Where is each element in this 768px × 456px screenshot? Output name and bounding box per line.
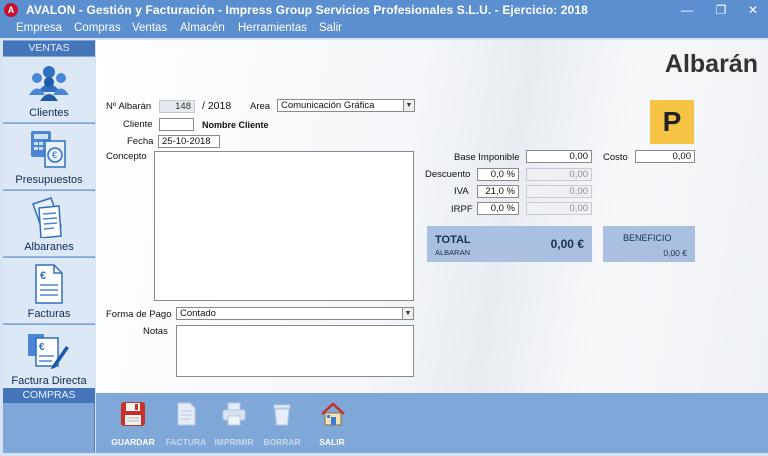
descuento-amount-field: 0,00	[526, 168, 592, 181]
close-button[interactable]: ✕	[742, 2, 764, 18]
total-panel: TOTAL ALBARAN 0,00 €	[427, 226, 592, 262]
sidebar-item-facturas[interactable]: € Facturas	[3, 258, 95, 324]
cliente-label: Cliente	[123, 119, 153, 130]
menu-empresa[interactable]: Empresa	[16, 22, 62, 34]
irpf-label: IRPF	[451, 204, 473, 215]
iva-amount-field: 0,00	[526, 185, 592, 198]
svg-text:€: €	[40, 270, 46, 282]
total-sublabel: ALBARAN	[435, 248, 471, 257]
salir-label: SALIR	[319, 437, 345, 447]
notas-textarea[interactable]	[176, 325, 414, 377]
sidebar-header-compras[interactable]: COMPRAS	[3, 388, 95, 403]
albaran-form: Albarán P Nº Albarán 148 / 2018 Area Com…	[96, 40, 768, 393]
sidebar-header-ventas[interactable]: VENTAS	[3, 41, 95, 56]
notas-label: Notas	[143, 326, 168, 337]
total-value: 0,00 €	[550, 237, 584, 251]
sidebar-item-label: Factura Directa	[11, 375, 87, 387]
base-field[interactable]: 0,00	[526, 150, 592, 163]
home-exit-icon	[321, 402, 345, 426]
imprimir-label: IMPRIMIR	[214, 437, 254, 447]
minimize-button[interactable]: —	[676, 2, 698, 18]
forma-pago-value: Contado	[180, 308, 216, 319]
descuento-pct-field[interactable]: 0,0 %	[477, 168, 519, 181]
irpf-pct-field[interactable]: 0,0 %	[477, 202, 519, 215]
save-icon	[121, 402, 145, 426]
beneficio-label: BENEFICIO	[623, 233, 672, 243]
beneficio-value: 0,00 €	[663, 248, 687, 258]
base-label: Base Imponible	[454, 152, 520, 163]
menu-almacen[interactable]: Almacén	[180, 22, 225, 34]
menu-ventas[interactable]: Ventas	[132, 22, 167, 34]
area-select[interactable]: Comunicación Gráfica ▼	[277, 99, 415, 112]
menu-compras[interactable]: Compras	[74, 22, 121, 34]
menu-bar: Empresa Compras Ventas Almacén Herramien…	[0, 20, 768, 38]
chevron-down-icon[interactable]: ▼	[402, 308, 413, 319]
sidebar-item-label: Albaranes	[24, 241, 74, 253]
sidebar-item-label: Clientes	[29, 107, 69, 119]
borrar-label: BORRAR	[263, 437, 301, 447]
svg-text:€: €	[39, 342, 45, 353]
forma-pago-select[interactable]: Contado ▼	[176, 307, 414, 320]
invoice-icon: €	[35, 264, 63, 304]
fecha-field[interactable]: 25-10-2018	[158, 135, 220, 148]
restore-button[interactable]: ❐	[710, 2, 732, 18]
numero-label: Nº Albarán	[106, 101, 152, 112]
invoice-icon	[177, 402, 196, 426]
salir-button[interactable]: SALIR	[310, 399, 354, 449]
cliente-code-field[interactable]	[159, 118, 194, 131]
trash-icon	[273, 404, 291, 426]
total-label: TOTAL	[435, 234, 471, 246]
iva-label: IVA	[454, 186, 469, 197]
sidebar-item-clientes[interactable]: Clientes	[3, 57, 95, 123]
print-icon	[222, 402, 246, 426]
sidebar-item-albaranes[interactable]: Albaranes	[3, 191, 95, 257]
factura-button[interactable]: FACTURA	[164, 399, 208, 449]
page-title: Albarán	[664, 50, 758, 78]
status-badge: P	[650, 100, 694, 144]
action-toolbar: GUARDAR FACTURA IMPRIMIR BORRAR SALIR	[96, 393, 768, 453]
sidebar-item-label: Facturas	[27, 308, 71, 320]
sidebar: VENTAS Clientes € Presupuestos Albaranes…	[3, 40, 95, 453]
title-bar: A AVALON - Gestión y Facturación - Impre…	[0, 0, 768, 20]
borrar-button[interactable]: BORRAR	[260, 399, 304, 449]
imprimir-button[interactable]: IMPRIMIR	[212, 399, 256, 449]
irpf-amount-field: 0,00	[526, 202, 592, 215]
descuento-label: Descuento	[425, 169, 471, 180]
chevron-down-icon[interactable]: ▼	[403, 100, 414, 111]
costo-field[interactable]: 0,00	[635, 150, 695, 163]
anio-label: / 2018	[202, 100, 232, 112]
factura-label: FACTURA	[165, 437, 207, 447]
area-label: Area	[250, 101, 271, 112]
costo-label: Costo	[603, 152, 628, 163]
numero-field: 148	[159, 100, 195, 113]
cliente-nombre: Nombre Cliente	[202, 120, 269, 130]
users-icon	[29, 66, 69, 101]
sidebar-item-presupuestos[interactable]: € Presupuestos	[3, 124, 95, 190]
calculator-document-icon: €	[31, 131, 66, 168]
guardar-label: GUARDAR	[111, 437, 155, 447]
sidebar-item-factura-directa[interactable]: € Factura Directa	[3, 325, 95, 391]
beneficio-panel: BENEFICIO 0,00 €	[603, 226, 695, 262]
app-logo: A	[4, 3, 18, 17]
iva-pct-field[interactable]: 21,0 %	[477, 185, 519, 198]
menu-salir[interactable]: Salir	[319, 22, 342, 34]
area-value: Comunicación Gráfica	[281, 100, 375, 111]
menu-herramientas[interactable]: Herramientas	[238, 22, 307, 34]
sidebar-item-label: Presupuestos	[15, 174, 83, 186]
svg-text:€: €	[52, 150, 57, 160]
direct-invoice-icon: €	[28, 334, 69, 369]
app-window: A AVALON - Gestión y Facturación - Impre…	[0, 0, 768, 456]
forma-pago-label: Forma de Pago	[106, 309, 172, 320]
documents-icon	[32, 197, 62, 238]
concepto-textarea[interactable]	[154, 151, 414, 301]
window-title: AVALON - Gestión y Facturación - Impress…	[26, 3, 588, 17]
fecha-label: Fecha	[127, 136, 154, 147]
guardar-button[interactable]: GUARDAR	[111, 399, 155, 449]
concepto-label: Concepto	[106, 151, 147, 162]
